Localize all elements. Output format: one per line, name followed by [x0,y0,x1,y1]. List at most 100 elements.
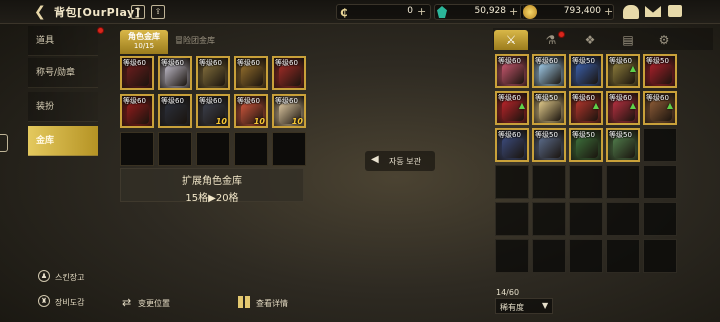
item-icon [127,66,149,86]
vault-item-slot[interactable]: 等级60 [120,56,154,90]
item-level: 等级60 [237,59,260,67]
cards-icon[interactable]: ▤ [611,30,645,50]
upgrade-arrow-icon: ▲ [666,101,673,110]
view-details-button[interactable]: 查看详情 [256,298,288,309]
skin-storage-link[interactable]: 스킨장고 [55,272,84,283]
empty-inventory-slot[interactable] [643,202,677,236]
side-handle[interactable] [0,134,8,152]
inventory-item-slot[interactable]: 等级50 [532,128,566,162]
item-level: 等级60 [275,97,298,105]
empty-inventory-slot[interactable] [569,202,603,236]
empty-inventory-slot[interactable] [495,165,529,199]
empty-inventory-slot[interactable] [643,239,677,273]
tab-items[interactable]: 道具 [28,26,98,56]
tab-vault[interactable]: 金库 [28,126,98,156]
inventory-item-slot[interactable]: 等级50 [643,54,677,88]
item-icon [502,138,524,158]
item-level: 等级60 [123,97,146,105]
item-level: 等级50 [609,131,632,139]
tab-titles-medals[interactable]: 称号/勋章 [28,58,98,88]
swap-icon[interactable]: ⇄ [122,296,131,309]
add-gold-icon[interactable]: + [604,5,613,18]
empty-inventory-slot[interactable] [606,202,640,236]
vault-item-slot[interactable]: 等级60 10 [234,94,268,128]
chat-icon[interactable] [668,5,682,17]
empty-vault-slot[interactable] [158,132,192,166]
tab-adventure-vault[interactable]: 冒险团金库 [175,35,215,46]
swap-position-button[interactable]: 变更位置 [138,298,170,309]
export-icon[interactable]: ⇪ [151,5,165,19]
gear-encyclopedia-icon[interactable]: ♜ [38,295,50,307]
empty-inventory-slot[interactable] [606,165,640,199]
arrow-left-icon[interactable]: ❮ [34,3,50,21]
inventory-item-slot[interactable]: 等级60 ▲ [569,91,603,125]
skin-storage-icon[interactable]: ♟ [38,270,50,282]
materials-icon[interactable]: ❖ [573,30,607,50]
inventory-item-slot[interactable]: 等级60 ▲ [643,91,677,125]
inventory-grid: 等级60 等级60 等级50 等级60 ▲ 等级50 等级60 ▲ 等级50 等级60 ▲ 等级60 ▲… [495,54,715,316]
item-level: 等级60 [646,94,669,102]
grid-view-icon[interactable] [238,296,250,308]
auto-store-button[interactable]: ◀ 자동 보관 [365,151,435,171]
item-icon [613,138,635,158]
vault-item-slot[interactable]: 等级60 [234,56,268,90]
chevron-down-icon: ▼ [542,301,549,310]
gear-icon[interactable]: ⚙ [647,30,681,50]
enhance-badge: 10 [291,117,303,126]
empty-inventory-slot[interactable] [569,165,603,199]
inventory-item-slot[interactable]: 等级60 ▲ [606,54,640,88]
vault-item-slot[interactable]: 等级60 [120,94,154,128]
vault-item-slot[interactable]: 等级60 [272,56,306,90]
inventory-item-slot[interactable]: 等级50 [606,128,640,162]
add-c-coin-icon[interactable]: + [417,5,426,18]
inventory-item-slot[interactable]: 等级50 [532,91,566,125]
add-gem-icon[interactable]: + [509,5,518,18]
inventory-item-slot[interactable]: 等级50 [569,54,603,88]
character-vault-count: 10/15 [133,42,155,50]
inventory-item-slot[interactable]: 等级50 [569,128,603,162]
inventory-item-slot[interactable]: 等级60 [495,128,529,162]
empty-inventory-slot[interactable] [643,128,677,162]
empty-inventory-slot[interactable] [532,165,566,199]
left-tab-list: 道具 称号/勋章 装扮 金库 [28,26,98,160]
item-level: 等级60 [498,57,521,65]
item-icon [576,138,598,158]
item-icon [539,64,561,84]
empty-vault-slot[interactable] [196,132,230,166]
empty-vault-slot[interactable] [272,132,306,166]
item-level: 等级50 [535,131,558,139]
inventory-item-slot[interactable]: 等级60 ▲ [495,91,529,125]
expand-vault-button[interactable]: 扩展角色金库 15格▶20格 [120,168,304,204]
empty-inventory-slot[interactable] [643,165,677,199]
vault-item-slot[interactable]: 等级60 [158,56,192,90]
empty-vault-slot[interactable] [120,132,154,166]
empty-inventory-slot[interactable] [606,239,640,273]
vault-item-slot[interactable]: 等级60 10 [196,94,230,128]
item-icon [279,66,301,86]
vault-item-slot[interactable]: 等级60 10 [272,94,306,128]
item-level: 等级50 [572,131,595,139]
shop-icon[interactable] [623,5,639,19]
enhance-badge: 10 [215,117,227,126]
vault-item-slot[interactable]: 等级60 [158,94,192,128]
empty-inventory-slot[interactable] [495,239,529,273]
empty-inventory-slot[interactable] [495,202,529,236]
crossed-swords-icon[interactable]: ⚔ [494,30,528,50]
sort-dropdown[interactable]: 稀有度 ▼ [495,298,553,314]
tab-avatar[interactable]: 装扮 [28,92,98,122]
help-button[interactable]: ? [131,5,145,19]
gold-value: 793,400 [563,6,601,16]
inventory-item-slot[interactable]: 等级60 ▲ [606,91,640,125]
inventory-item-slot[interactable]: 等级60 [495,54,529,88]
inventory-item-slot[interactable]: 等级60 [532,54,566,88]
empty-inventory-slot[interactable] [532,202,566,236]
tab-character-vault[interactable]: 角色金库 10/15 [120,30,168,54]
item-icon [650,64,672,84]
gear-encyclopedia-link[interactable]: 장비도감 [55,297,84,308]
empty-inventory-slot[interactable] [569,239,603,273]
c-coin-value: 0 [407,6,413,16]
gold-coin-icon [523,5,537,19]
empty-inventory-slot[interactable] [532,239,566,273]
empty-vault-slot[interactable] [234,132,268,166]
vault-item-slot[interactable]: 等级60 [196,56,230,90]
